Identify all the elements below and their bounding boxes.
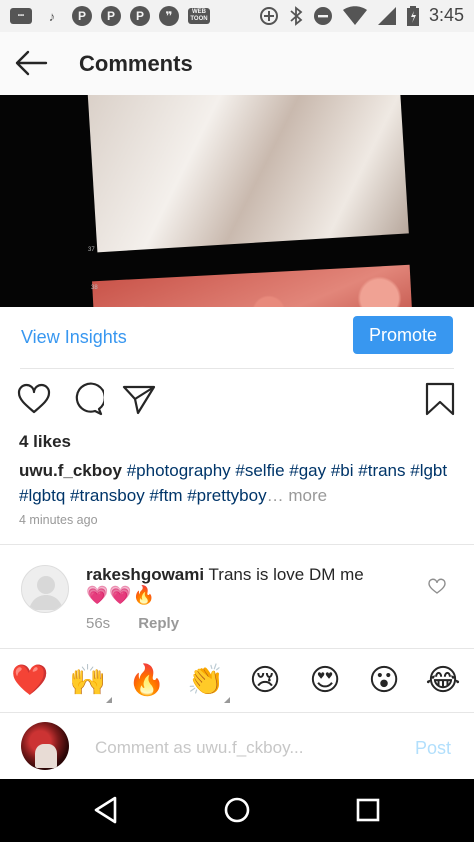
- likes-count[interactable]: 4 likes: [19, 432, 71, 452]
- emoji-glyph: 🙌: [69, 664, 107, 697]
- quick-emoji-surprised[interactable]: 😮: [364, 661, 404, 701]
- frame-number: 37: [88, 247, 95, 253]
- comment-fire: 🔥: [132, 585, 157, 605]
- post-comment-button[interactable]: Post: [415, 738, 451, 759]
- divider: [20, 368, 454, 369]
- post-image[interactable]: 37 38: [0, 95, 474, 307]
- caption-username[interactable]: uwu.f_ckboy: [19, 461, 122, 480]
- caption-ellipsis: …: [266, 486, 284, 505]
- nav-recents-icon[interactable]: [353, 795, 383, 825]
- comment-meta: 56s Reply: [86, 615, 179, 632]
- quote-icon: ❞: [159, 6, 179, 26]
- system-nav-bar: [0, 779, 474, 842]
- app-header: Comments: [0, 32, 474, 95]
- quick-emoji-laugh[interactable]: 😂: [423, 661, 463, 701]
- pinterest-icon: P: [130, 6, 150, 26]
- commenter-avatar[interactable]: [21, 565, 69, 613]
- reply-button[interactable]: Reply: [138, 615, 179, 632]
- nav-home-icon[interactable]: [222, 795, 252, 825]
- post-actions: [0, 380, 474, 420]
- quick-emoji-heart-eyes[interactable]: 😍: [305, 661, 345, 701]
- quick-emoji-cry[interactable]: 😢: [245, 661, 285, 701]
- status-bar: ••• ♪ P P P ❞ WEB TOON 3:45: [0, 0, 474, 32]
- skin-tone-indicator-icon: [224, 697, 230, 703]
- post-caption: uwu.f_ckboy #photography #selfie #gay #b…: [19, 458, 459, 508]
- nav-back-icon[interactable]: [91, 795, 121, 825]
- quick-emoji-heart[interactable]: ❤️: [10, 661, 50, 701]
- like-heart-icon[interactable]: [17, 382, 51, 416]
- battery-icon: [406, 5, 419, 26]
- quick-emoji-bar: ❤️ 🙌 🔥 👏 😢 😍 😮 😂: [0, 655, 474, 711]
- commenter-username[interactable]: rakeshgowami: [86, 565, 204, 584]
- default-avatar-icon: [29, 576, 63, 610]
- comment-emojis: 💗💗🔥: [86, 585, 156, 606]
- caption-more-link[interactable]: more: [288, 486, 327, 505]
- comment-body: rakeshgowami Trans is love DM me: [86, 563, 416, 587]
- system-icons: 3:45: [259, 5, 464, 26]
- frame-number: 38: [91, 285, 98, 291]
- more-icon: •••: [10, 8, 32, 24]
- back-arrow-icon[interactable]: [14, 48, 48, 78]
- divider: [0, 544, 474, 545]
- divider: [0, 648, 474, 649]
- divider: [0, 712, 474, 713]
- skin-tone-indicator-icon: [106, 697, 112, 703]
- film-frame-top: [87, 95, 409, 253]
- page-title: Comments: [79, 51, 193, 76]
- pinterest-icon: P: [101, 6, 121, 26]
- current-user-avatar: [21, 722, 69, 770]
- promote-button[interactable]: Promote: [353, 316, 453, 354]
- quick-emoji-raised-hands[interactable]: 🙌: [68, 661, 112, 703]
- bookmark-icon[interactable]: [423, 382, 457, 416]
- quick-emoji-fire[interactable]: 🔥: [127, 661, 167, 701]
- notification-icons: ••• ♪ P P P ❞ WEB TOON: [10, 6, 210, 26]
- post-timestamp: 4 minutes ago: [19, 513, 98, 527]
- comment-bubble-icon[interactable]: [70, 382, 104, 416]
- film-frame-bottom: [92, 264, 418, 307]
- tiktok-icon: ♪: [48, 8, 56, 24]
- bluetooth-icon: [290, 5, 303, 26]
- signal-icon: [377, 6, 396, 25]
- do-not-disturb-icon: [313, 6, 332, 25]
- comment-age: 56s: [86, 615, 111, 632]
- view-insights-link[interactable]: View Insights: [21, 327, 127, 348]
- emoji-glyph: 👏: [187, 664, 225, 697]
- insights-row: View Insights Promote: [0, 307, 474, 369]
- wifi-icon: [342, 5, 367, 25]
- comment-text: Trans is love DM me: [208, 565, 364, 584]
- comment-input[interactable]: [95, 734, 395, 762]
- webtoon-icon: WEB TOON: [188, 8, 210, 24]
- add-circle-icon: [259, 6, 278, 25]
- share-paper-plane-icon[interactable]: [122, 382, 156, 416]
- pinterest-icon: P: [72, 6, 92, 26]
- status-time: 3:45: [428, 5, 464, 25]
- comment-hearts: 💗💗: [86, 585, 133, 605]
- comment-like-heart-icon[interactable]: [428, 578, 446, 594]
- quick-emoji-clap[interactable]: 👏: [186, 661, 230, 703]
